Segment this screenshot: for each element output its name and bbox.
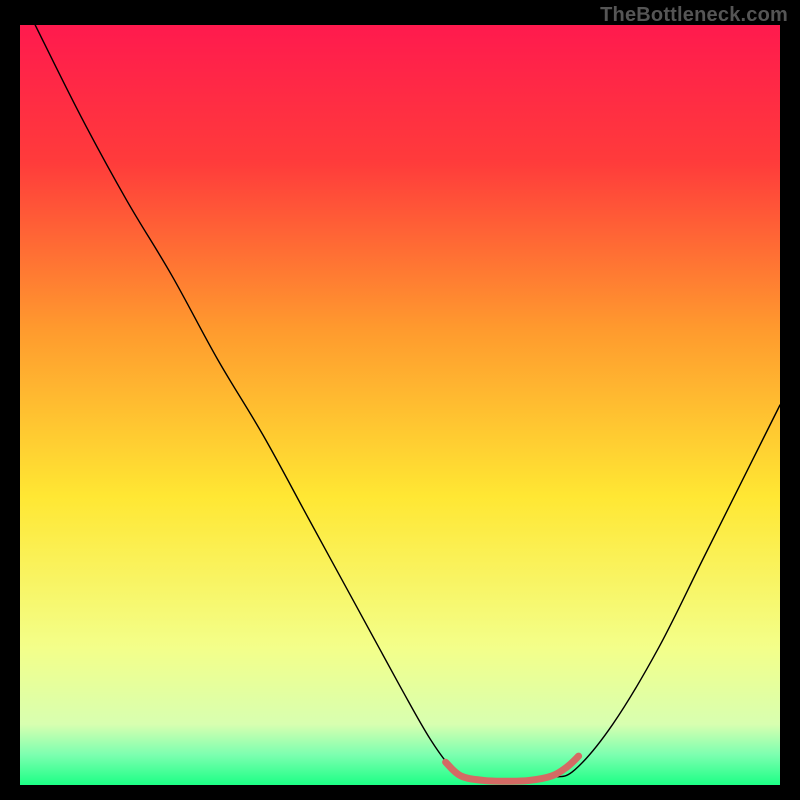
chart-svg bbox=[20, 25, 780, 785]
chart-plot bbox=[20, 25, 780, 785]
watermark-text: TheBottleneck.com bbox=[600, 4, 788, 27]
chart-background bbox=[20, 25, 780, 785]
chart-stage: TheBottleneck.com bbox=[0, 0, 800, 800]
